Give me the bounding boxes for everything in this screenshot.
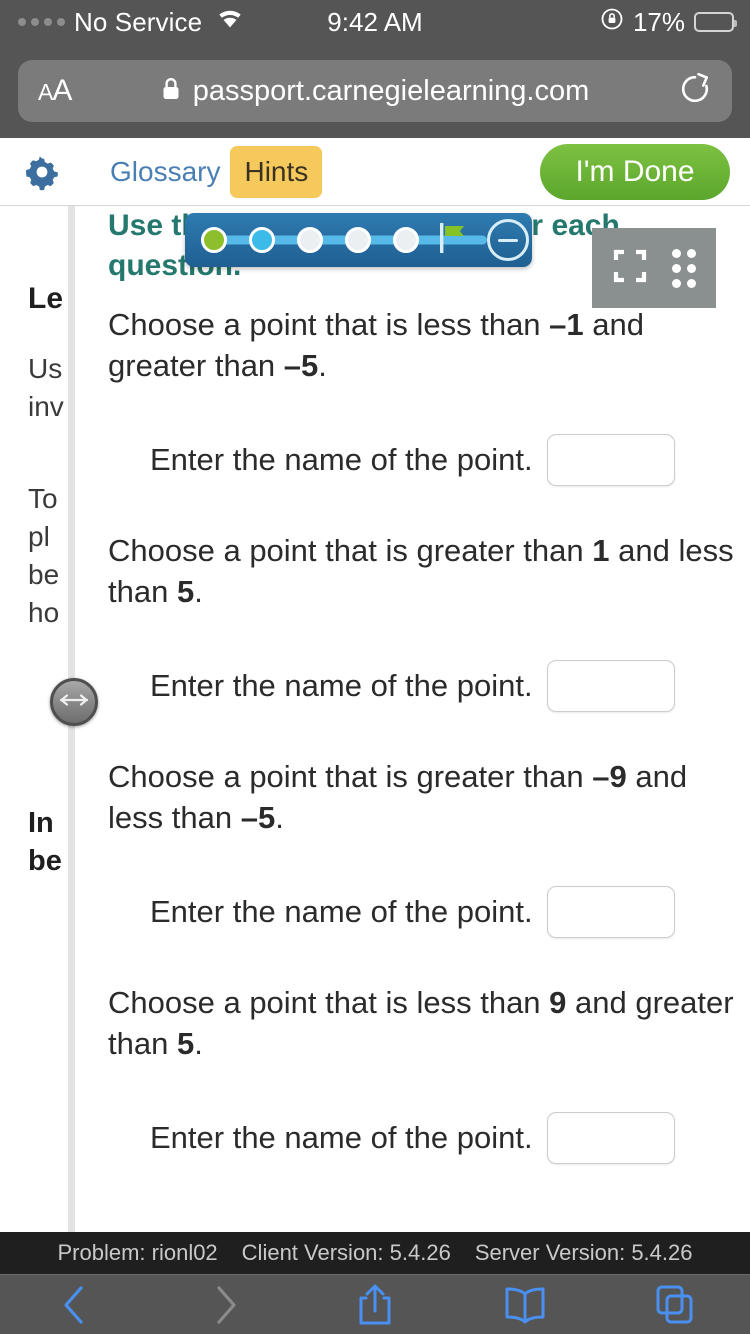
problem-content-area: Le Us inv To pl be ho In be Use each que… [0, 206, 750, 1232]
answer-row: Enter the name of the point. [108, 886, 740, 938]
left-pane-paragraph-2: To pl be ho [28, 483, 60, 628]
drag-handle-dots-icon[interactable] [672, 248, 696, 288]
left-pane-paragraph-1: Us inv [28, 353, 64, 422]
answer-label: Enter the name of the point. [150, 894, 533, 929]
answer-row: Enter the name of the point. [108, 434, 740, 486]
progress-tracker-widget[interactable] [185, 213, 532, 267]
question-value: 5 [176, 574, 195, 609]
im-done-button[interactable]: I'm Done [540, 143, 730, 200]
answer-input[interactable] [546, 1112, 675, 1164]
progress-step-4[interactable] [345, 227, 371, 253]
battery-icon [694, 12, 737, 32]
question-block: Choose a point that is greater than 1 an… [108, 530, 740, 712]
forward-chevron-icon [185, 1277, 265, 1333]
url-text: passport.carnegielearning.com [192, 74, 590, 107]
answer-label: Enter the name of the point. [150, 1120, 533, 1155]
question-value: –1 [549, 307, 584, 342]
hints-button[interactable]: Hints [230, 145, 323, 198]
answer-input[interactable] [546, 660, 675, 712]
url-pill[interactable]: AA passport.carnegielearning.com [18, 60, 732, 122]
progress-step-3[interactable] [297, 227, 323, 253]
pane-resize-handle[interactable] [50, 678, 98, 726]
left-pane-title: Le [28, 282, 64, 315]
client-version-label: Client Version: 5.4.26 [241, 1240, 451, 1265]
answer-label: Enter the name of the point. [150, 668, 533, 703]
answer-label: Enter the name of the point. [150, 442, 533, 477]
back-chevron-icon[interactable] [35, 1277, 115, 1333]
book-icon[interactable] [485, 1277, 565, 1333]
safari-address-bar: AA passport.carnegielearning.com [0, 44, 750, 138]
cellular-signal-icon [18, 18, 65, 26]
text-size-button[interactable]: AA [38, 74, 72, 108]
question-block: Choose a point that is greater than –9 a… [108, 756, 740, 938]
answer-row: Enter the name of the point. [108, 1112, 740, 1164]
question-value: –5 [283, 348, 319, 383]
horizontal-resize-icon [59, 693, 89, 712]
problem-id-label: Problem: rionl02 [57, 1240, 218, 1265]
progress-step-5[interactable] [393, 227, 419, 253]
tool-panel [592, 228, 716, 308]
answer-input[interactable] [546, 886, 675, 938]
question-value: –5 [240, 800, 276, 835]
device-screen: No Service 9:42 AM 17% AA passport.carne… [0, 0, 750, 1334]
question-prompt: Choose a point that is less than –1 and … [108, 307, 644, 383]
collapse-arrows-icon[interactable] [612, 248, 648, 289]
collapse-widget-button[interactable] [487, 219, 529, 261]
lock-icon [161, 76, 181, 107]
ios-status-bar: No Service 9:42 AM 17% [0, 0, 750, 44]
server-version-label: Server Version: 5.4.26 [474, 1240, 693, 1265]
progress-track [201, 218, 487, 263]
minus-icon [498, 238, 518, 242]
problem-pane: Use the number line to answer each quest… [75, 206, 750, 1232]
battery-percent-label: 17% [632, 6, 685, 37]
finish-flag-icon [433, 218, 473, 263]
question-prompt: Choose a point that is greater than 1 an… [108, 533, 734, 609]
tabs-icon[interactable] [635, 1277, 715, 1333]
glossary-link[interactable]: Glossary [110, 156, 220, 188]
status-bar-left: No Service [0, 7, 245, 38]
status-bar-right: 17% [600, 7, 750, 38]
question-prompt: Choose a point that is greater than –9 a… [108, 759, 688, 835]
answer-row: Enter the name of the point. [108, 660, 740, 712]
url-center-group: passport.carnegielearning.com [18, 75, 732, 108]
carrier-label: No Service [74, 6, 203, 37]
answer-input[interactable] [546, 434, 675, 486]
question-block: Choose a point that is less than 9 and g… [108, 982, 740, 1164]
question-value: 5 [176, 1026, 195, 1061]
question-value: 1 [592, 533, 610, 568]
safari-bottom-toolbar [0, 1274, 750, 1334]
share-icon[interactable] [335, 1277, 415, 1333]
left-pane-subheading: In be [28, 807, 62, 877]
gear-icon[interactable] [20, 150, 64, 194]
wifi-icon [215, 8, 245, 37]
question-value: 9 [549, 985, 567, 1020]
app-header: Glossary Hints I'm Done [0, 138, 750, 206]
progress-step-2[interactable] [249, 227, 275, 253]
question-value: –9 [592, 759, 627, 794]
question-prompt: Choose a point that is less than 9 and g… [108, 985, 734, 1061]
rotation-lock-icon [600, 7, 624, 38]
progress-step-1[interactable] [201, 227, 227, 253]
reload-icon[interactable] [678, 72, 712, 111]
question-block: Choose a point that is less than –1 and … [108, 304, 740, 486]
version-status-bar: Problem: rionl02 Client Version: 5.4.26 … [0, 1232, 750, 1274]
